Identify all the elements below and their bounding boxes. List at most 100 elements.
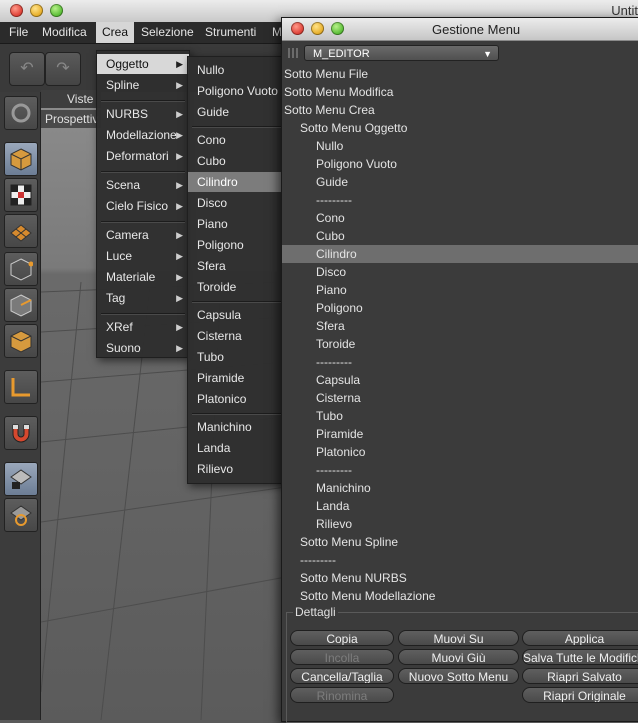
tool-live-selection[interactable] — [4, 96, 38, 130]
tree-row[interactable]: Disco — [282, 263, 638, 281]
menu-selector-dropdown[interactable]: M_EDITOR ▼ — [304, 45, 499, 61]
tree-row[interactable]: Sotto Menu Crea — [282, 101, 638, 119]
undo-icon: ↶ — [20, 60, 34, 77]
oggetto-item-platonico[interactable]: Platonico — [188, 389, 288, 409]
tree-row[interactable]: Poligono Vuoto — [282, 155, 638, 173]
tool-model-mode[interactable] — [4, 142, 38, 176]
muovi-su-button[interactable]: Muovi Su — [398, 630, 519, 646]
tree-row[interactable]: Nullo — [282, 137, 638, 155]
tool-refresh-workplane[interactable] — [4, 498, 38, 532]
crea-item-oggetto[interactable]: Oggetto ▶ — [97, 54, 189, 74]
applica-button[interactable]: Applica — [522, 630, 638, 646]
menu-file[interactable]: File — [9, 25, 28, 39]
menu-selezione[interactable]: Selezione — [141, 25, 194, 39]
oggetto-item-guide[interactable]: Guide — [188, 102, 288, 122]
oggetto-item-cisterna[interactable]: Cisterna — [188, 326, 288, 346]
nuovo-sotto-menu-button[interactable]: Nuovo Sotto Menu — [398, 668, 519, 684]
tree-row[interactable]: Guide — [282, 173, 638, 191]
zoom-dialog-button[interactable] — [331, 22, 344, 35]
crea-item-modellazione[interactable]: Modellazione ▶ — [97, 125, 189, 145]
oggetto-item-rilievo[interactable]: Rilievo — [188, 459, 288, 479]
crea-item-deformatori[interactable]: Deformatori ▶ — [97, 146, 189, 166]
oggetto-item-poligono[interactable]: Poligono — [188, 235, 288, 255]
tree-row[interactable]: Sotto Menu Modellazione — [282, 587, 638, 605]
tree-row[interactable]: Tubo — [282, 407, 638, 425]
tree-row[interactable]: --------- — [282, 551, 638, 569]
riapri-originale-button[interactable]: Riapri Originale — [522, 687, 638, 703]
tree-row[interactable]: Sotto Menu Oggetto — [282, 119, 638, 137]
tree-row[interactable]: Capsula — [282, 371, 638, 389]
crea-item-cielo-fisico[interactable]: Cielo Fisico ▶ — [97, 196, 189, 216]
tool-points-mode[interactable] — [4, 252, 38, 286]
tree-row[interactable]: Sfera — [282, 317, 638, 335]
oggetto-item-toroide[interactable]: Toroide — [188, 277, 288, 297]
tool-lock-workplane[interactable] — [4, 462, 38, 496]
crea-item-xref[interactable]: XRef ▶ — [97, 317, 189, 337]
close-window-button[interactable] — [10, 4, 23, 17]
oggetto-item-disco[interactable]: Disco — [188, 193, 288, 213]
cancella-taglia-button[interactable]: Cancella/Taglia — [290, 668, 394, 684]
zoom-window-button[interactable] — [50, 4, 63, 17]
oggetto-item-cubo[interactable]: Cubo — [188, 151, 288, 171]
tree-row[interactable]: Sotto Menu Spline — [282, 533, 638, 551]
tree-row[interactable]: Sotto Menu Modifica — [282, 83, 638, 101]
tree-row[interactable]: Landa — [282, 497, 638, 515]
crea-item-camera[interactable]: Camera ▶ — [97, 225, 189, 245]
crea-item-luce[interactable]: Luce ▶ — [97, 246, 189, 266]
salva-tutte-le-modifiche-button[interactable]: Salva Tutte le Modifiche — [522, 649, 638, 665]
tree-row[interactable]: --------- — [282, 461, 638, 479]
menu-strumenti[interactable]: Strumenti — [205, 25, 256, 39]
oggetto-item-manichino[interactable]: Manichino — [188, 417, 288, 437]
oggetto-item-capsula[interactable]: Capsula — [188, 305, 288, 325]
tree-row[interactable]: --------- — [282, 191, 638, 209]
tree-row[interactable]: Toroide — [282, 335, 638, 353]
tree-row[interactable]: Piramide — [282, 425, 638, 443]
tree-row[interactable]: --------- — [282, 353, 638, 371]
tree-row[interactable]: Rilievo — [282, 515, 638, 533]
crea-item-materiale[interactable]: Materiale ▶ — [97, 267, 189, 287]
crea-item-scena[interactable]: Scena ▶ — [97, 175, 189, 195]
minimize-dialog-button[interactable] — [311, 22, 324, 35]
tree-row[interactable]: Piano — [282, 281, 638, 299]
redo-button[interactable]: ↷ — [45, 52, 81, 86]
tree-row[interactable]: Sotto Menu File — [282, 65, 638, 83]
muovi-gi-button[interactable]: Muovi Giù — [398, 649, 519, 665]
viewport-menu-viste[interactable]: Viste — [67, 92, 93, 106]
tree-row[interactable]: Platonico — [282, 443, 638, 461]
crea-item-suono[interactable]: Suono ▶ — [97, 338, 189, 358]
oggetto-item-landa[interactable]: Landa — [188, 438, 288, 458]
tool-axis[interactable] — [4, 370, 38, 404]
tree-row[interactable]: Cisterna — [282, 389, 638, 407]
undo-button[interactable]: ↶ — [9, 52, 45, 86]
minimize-window-button[interactable] — [30, 4, 43, 17]
menu-crea[interactable]: Crea — [96, 22, 135, 43]
oggetto-item-cono[interactable]: Cono — [188, 130, 288, 150]
oggetto-item-tubo[interactable]: Tubo — [188, 347, 288, 367]
oggetto-item-piramide[interactable]: Piramide — [188, 368, 288, 388]
incolla-button[interactable]: Incolla — [290, 649, 394, 665]
tool-texture-mode[interactable] — [4, 178, 38, 212]
menu-modifica[interactable]: Modifica — [42, 25, 87, 39]
riapri-salvato-button[interactable]: Riapri Salvato — [522, 668, 638, 684]
tree-row[interactable]: Cubo — [282, 227, 638, 245]
oggetto-item-poligono-vuoto[interactable]: Poligono Vuoto — [188, 81, 288, 101]
oggetto-item-sfera[interactable]: Sfera — [188, 256, 288, 276]
oggetto-item-piano[interactable]: Piano — [188, 214, 288, 234]
tool-polygons-mode[interactable] — [4, 324, 38, 358]
close-dialog-button[interactable] — [291, 22, 304, 35]
crea-item-tag[interactable]: Tag ▶ — [97, 288, 189, 308]
crea-item-nurbs[interactable]: NURBS ▶ — [97, 104, 189, 124]
crea-item-spline[interactable]: Spline ▶ — [97, 75, 189, 95]
copia-button[interactable]: Copia — [290, 630, 394, 646]
oggetto-item-nullo[interactable]: Nullo — [188, 60, 288, 80]
tool-edges-mode[interactable] — [4, 288, 38, 322]
tree-row[interactable]: Sotto Menu NURBS — [282, 569, 638, 587]
oggetto-item-cilindro[interactable]: Cilindro — [188, 172, 288, 192]
rinomina-button[interactable]: Rinomina — [290, 687, 394, 703]
tree-row[interactable]: Poligono — [282, 299, 638, 317]
tool-workplane[interactable] — [4, 214, 38, 248]
tool-magnet[interactable] — [4, 416, 38, 450]
tree-row[interactable]: Cilindro — [282, 245, 638, 263]
tree-row[interactable]: Manichino — [282, 479, 638, 497]
tree-row[interactable]: Cono — [282, 209, 638, 227]
